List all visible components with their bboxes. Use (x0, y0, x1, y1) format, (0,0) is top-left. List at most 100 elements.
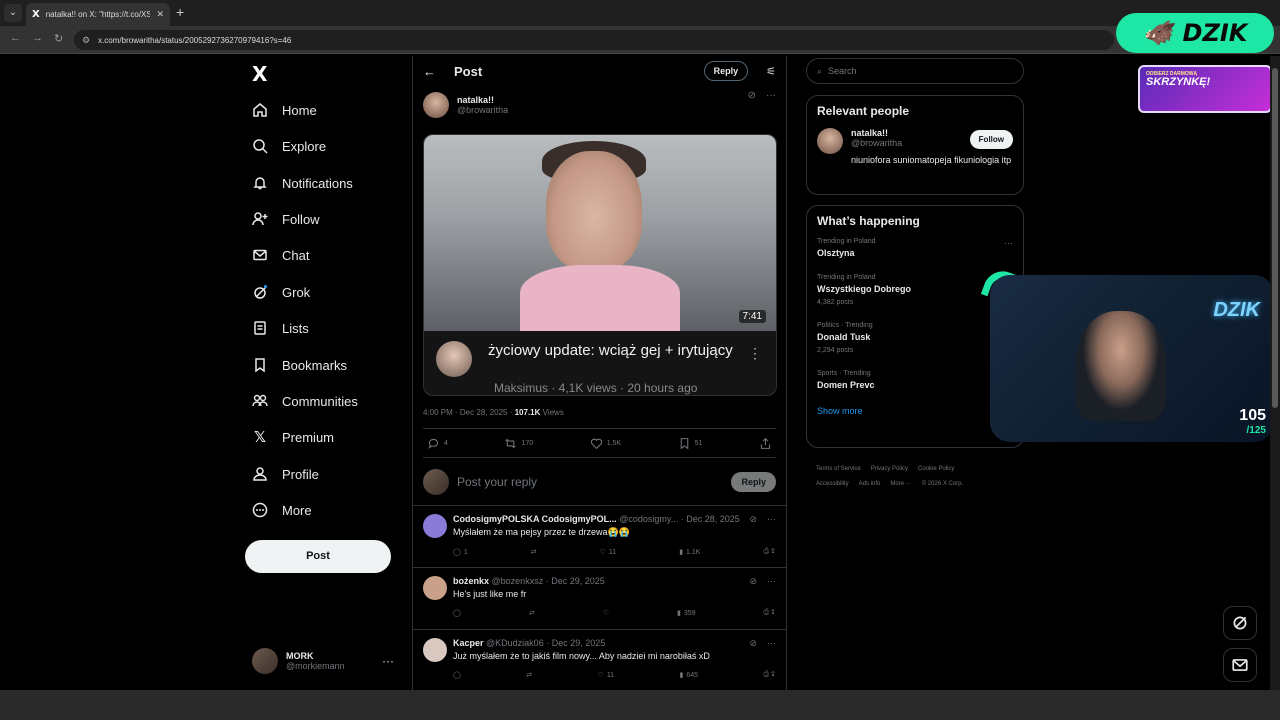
people-icon (252, 393, 268, 409)
nav-chat[interactable]: Chat (252, 247, 309, 263)
footer-privacy[interactable]: Privacy Policy (871, 466, 908, 472)
reply-bookmark-action[interactable]: ⎙ ⇪ (763, 671, 775, 679)
reload-icon[interactable]: ↻ (54, 32, 63, 45)
browser-tab[interactable]: X natalka!! on X: "https://t.co/XSz ✕ (26, 3, 170, 26)
reply-view-count: 359 (683, 609, 696, 617)
post-time[interactable]: 4:00 PM · Dec 28, 2025 · (423, 408, 515, 417)
nav-notifications[interactable]: Notifications (252, 175, 353, 191)
reply-views-action[interactable]: ▮ 645 (680, 671, 699, 680)
more-icon[interactable]: ··· (767, 638, 776, 649)
author-name[interactable]: natalka!! (457, 95, 508, 105)
account-switcher[interactable]: MORK @morkiemann ··· (252, 648, 402, 674)
nav-more-label: More (282, 502, 312, 518)
reply-author[interactable]: bożenkx (453, 576, 489, 586)
reply-like-action[interactable]: ♡ (603, 609, 609, 617)
grok-float-button[interactable] (1223, 606, 1257, 640)
more-icon[interactable]: ··· (1004, 238, 1013, 248)
reply-item[interactable]: CodosigmyPOLSKA CodosigmyPOL... @codosig… (413, 506, 786, 568)
nav-profile[interactable]: Profile (252, 466, 319, 482)
trend-item[interactable]: Trending in Poland Olsztyna ··· (817, 238, 1013, 258)
reply-avatar[interactable] (423, 638, 447, 662)
author-avatar[interactable] (423, 92, 449, 118)
scrollbar-thumb[interactable] (1272, 68, 1278, 408)
nav-follow[interactable]: Follow (252, 211, 320, 227)
nav-notifications-label: Notifications (282, 175, 353, 191)
repost-action[interactable]: 170 (504, 437, 533, 450)
trend-item[interactable]: Sports · Trending Domen Prevc (817, 370, 1013, 390)
grok-icon[interactable]: ⊘ (748, 90, 756, 101)
nav-premium[interactable]: 𝕏 Premium (252, 428, 334, 446)
reply-item[interactable]: bożenkx @bozenkxsz · Dec 29, 2025 ⊘ ··· H… (413, 568, 786, 630)
more-icon[interactable]: ··· (767, 514, 776, 525)
relevant-person[interactable]: natalka!! @browaritha niuniofora sunioma… (817, 128, 1013, 166)
reply-author[interactable]: CodosigmyPOLSKA CodosigmyPOL... (453, 514, 617, 524)
reply-reply-action[interactable]: ◯ (453, 671, 461, 679)
nav-more[interactable]: More (252, 502, 312, 518)
reply-repost-action[interactable]: ⇄ (531, 548, 537, 556)
forward-arrow-icon[interactable]: → (32, 32, 43, 44)
trend-item[interactable]: Politics · Trending Donald Tusk 2,294 po… (817, 322, 1013, 354)
back-arrow-icon[interactable]: ← (423, 64, 436, 79)
reply-views-action[interactable]: ▮ 359 (677, 609, 696, 618)
grok-icon[interactable]: ⊘ (749, 638, 757, 649)
post-button[interactable]: Post (245, 540, 391, 573)
grok-icon[interactable]: ⊘ (749, 514, 757, 525)
search-icon (252, 138, 268, 154)
embedded-video[interactable]: 7:41 życiowy update: wciąż gej + irytują… (423, 134, 777, 396)
header-reply-button[interactable]: Reply (703, 61, 749, 81)
like-action[interactable]: 1.5K (590, 437, 621, 450)
nav-bookmarks[interactable]: Bookmarks (252, 357, 347, 373)
reply-reply-action[interactable]: ◯ (453, 609, 461, 617)
close-tab-icon[interactable]: ✕ (156, 9, 164, 20)
footer-cookie[interactable]: Cookie Policy (918, 466, 954, 472)
more-icon[interactable]: ··· (766, 90, 776, 101)
reply-input[interactable]: Post your reply (457, 475, 723, 489)
url-field[interactable]: ⚙ x.com/browaritha/status/20052927362709… (74, 30, 1114, 50)
envelope-icon (252, 247, 268, 263)
nav-lists[interactable]: Lists (252, 320, 309, 336)
author-handle[interactable]: @browaritha (457, 105, 508, 115)
x-logo-icon[interactable]: X (252, 62, 267, 86)
reply-bookmark-action[interactable]: ⎙ ⇪ (763, 609, 775, 617)
reply-item[interactable]: Kacper @KDudziak06 · Dec 29, 2025 ⊘ ··· J… (413, 630, 786, 690)
footer-more[interactable]: More ··· (890, 481, 911, 487)
reply-like-action[interactable]: ♡ 11 (598, 671, 615, 680)
back-arrow-icon[interactable]: ← (10, 32, 21, 44)
follow-button[interactable]: Follow (969, 130, 1013, 149)
nav-communities[interactable]: Communities (252, 393, 358, 409)
reply-like-action[interactable]: ♡ 11 (600, 548, 617, 557)
nav-explore[interactable]: Explore (252, 138, 326, 154)
site-info-icon[interactable]: ⚙ (82, 35, 90, 46)
footer-accessibility[interactable]: Accessibility (816, 481, 849, 487)
reply-bookmark-action[interactable]: ⎙ ⇪ (763, 548, 775, 556)
messages-float-button[interactable] (1223, 648, 1257, 682)
sliders-icon[interactable]: ⚟ (766, 65, 776, 78)
video-thumbnail[interactable]: 7:41 (424, 135, 776, 335)
more-icon[interactable]: ··· (767, 576, 776, 587)
nav-grok[interactable]: Grok (252, 284, 310, 300)
nav-home[interactable]: Home (252, 102, 317, 118)
bookmark-action[interactable]: 51 (678, 437, 702, 450)
footer-ads[interactable]: Ads info (859, 481, 881, 487)
show-more-link[interactable]: Show more (817, 406, 1013, 416)
share-action[interactable] (759, 437, 772, 450)
reply-avatar[interactable] (423, 576, 447, 600)
tab-search-button[interactable]: ⌄ (4, 4, 22, 22)
new-tab-button[interactable]: + (176, 4, 184, 20)
reply-repost-action[interactable]: ⇄ (529, 609, 535, 617)
reply-author[interactable]: Kacper (453, 638, 484, 648)
reply-views-action[interactable]: ▮ 1.1K (679, 548, 700, 557)
search-input[interactable]: ⌕ Search (806, 58, 1024, 84)
reply-reply-action[interactable]: ◯ 1 (453, 548, 468, 557)
reply-submit-button[interactable]: Reply (731, 471, 776, 492)
footer-terms[interactable]: Terms of Service (816, 466, 861, 472)
channel-avatar[interactable] (436, 341, 472, 377)
grok-icon[interactable]: ⊘ (749, 576, 757, 587)
reply-repost-action[interactable]: ⇄ (526, 671, 532, 679)
page-scrollbar[interactable] (1270, 56, 1280, 690)
person-avatar[interactable] (817, 128, 843, 154)
reply-avatar[interactable] (423, 514, 447, 538)
reply-action[interactable]: 4 (427, 437, 448, 450)
account-more-icon[interactable]: ··· (382, 654, 394, 668)
video-more-icon[interactable]: ⋮ (748, 345, 762, 362)
